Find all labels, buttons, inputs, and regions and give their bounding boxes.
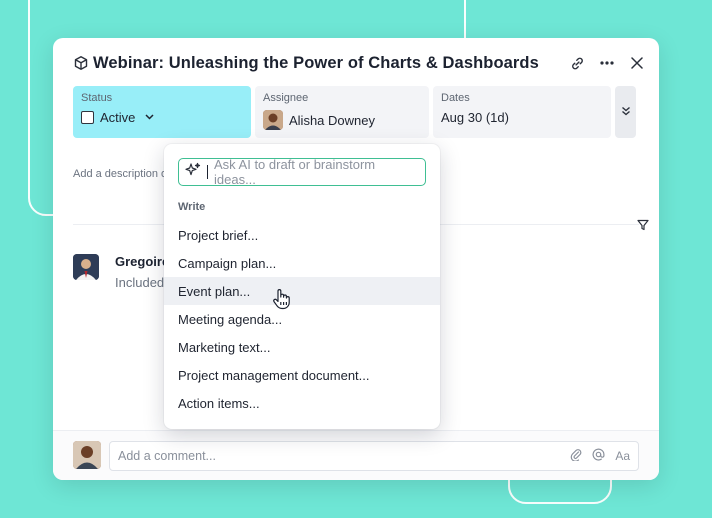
assignee-label: Assignee [263,92,309,104]
menu-item-campaign-plan[interactable]: Campaign plan... [164,249,440,277]
menu-item-project-brief[interactable]: Project brief... [164,221,440,249]
menu-item-project-management-document[interactable]: Project management document... [164,361,440,389]
status-checkbox[interactable] [81,111,94,124]
close-icon[interactable] [629,55,645,71]
assignee-avatar [263,110,283,130]
status-label: Status [81,92,113,104]
comment-bar: Add a comment... Aa [53,430,659,480]
filter-icon[interactable] [637,218,649,231]
dates-value: Aug 30 (1d) [441,110,509,125]
text-caret [207,165,208,179]
activity-author: Gregoire [115,254,170,269]
task-fields: Status Active Assignee Alisha Downey Dat… [73,86,639,138]
activity-item: Gregoire Included [73,254,169,290]
task-header: Webinar: Unleashing the Power of Charts … [73,52,645,74]
hand-cursor-icon [272,288,292,310]
current-user-avatar [73,441,101,469]
description-placeholder[interactable]: Add a description o [73,168,167,180]
write-section-label: Write [178,201,206,213]
dates-field[interactable]: Dates Aug 30 (1d) [433,86,611,138]
activity-text: Included [115,275,165,290]
status-value: Active [100,110,136,125]
mention-icon[interactable] [592,448,605,464]
assignee-field[interactable]: Assignee Alisha Downey [255,86,429,138]
text-format-button[interactable]: Aa [615,449,630,463]
menu-item-meeting-agenda[interactable]: Meeting agenda... [164,305,440,333]
cube-icon [73,55,89,71]
dates-label: Dates [441,92,470,104]
assignee-name: Alisha Downey [289,112,375,128]
comment-placeholder: Add a comment... [118,449,216,463]
menu-item-marketing-text[interactable]: Marketing text... [164,333,440,361]
ai-prompt-input[interactable]: Ask AI to draft or brainstorm ideas... [178,157,426,187]
expand-fields-button[interactable] [615,86,636,138]
ai-write-options: Project brief... Campaign plan... Event … [164,221,440,417]
more-options-icon[interactable] [599,55,615,71]
status-field[interactable]: Status Active [73,86,251,138]
activity-avatar [73,254,99,280]
comment-input[interactable]: Add a comment... Aa [109,441,639,471]
attachment-icon[interactable] [570,448,582,464]
chevron-down-icon [145,112,154,123]
menu-item-action-items[interactable]: Action items... [164,389,440,417]
ai-write-menu: Ask AI to draft or brainstorm ideas... W… [164,144,440,429]
task-title: Webinar: Unleashing the Power of Charts … [93,53,539,72]
sparkle-icon [185,162,201,183]
link-icon[interactable] [569,55,585,71]
ai-prompt-placeholder: Ask AI to draft or brainstorm ideas... [213,157,376,187]
menu-item-event-plan[interactable]: Event plan... [164,277,440,305]
chevrons-down-icon [621,103,631,121]
